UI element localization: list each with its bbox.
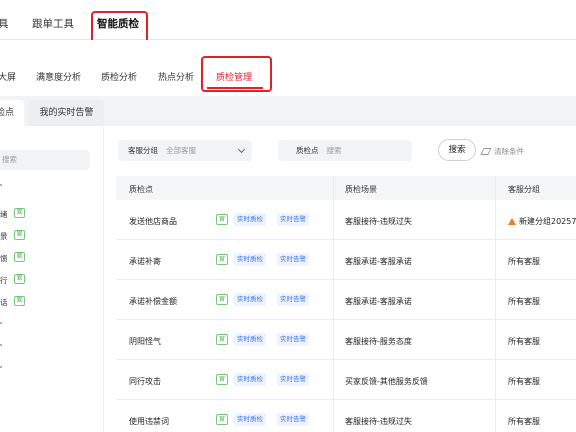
realtime-qa-tag: 实时质检 bbox=[234, 293, 266, 306]
official-tag: 官 bbox=[14, 208, 25, 218]
agent-group-label: 客服分组 bbox=[128, 146, 158, 155]
sub-nav-item-dashboard[interactable]: 大屏 bbox=[0, 70, 16, 83]
sidebar-item[interactable]: 景 bbox=[0, 231, 8, 242]
tab-label: 我的实时告警 bbox=[39, 108, 94, 118]
realtime-qa-tag: 实时质检 bbox=[234, 413, 266, 426]
qa-point-placeholder: 搜索 bbox=[326, 146, 342, 155]
agent-group: 所有客服 bbox=[508, 337, 540, 346]
top-nav-item-tools[interactable]: 具 bbox=[0, 16, 9, 31]
column-header-qa-scene: 质检场景 bbox=[345, 185, 377, 194]
sidebar-item[interactable]: 话 bbox=[0, 297, 8, 308]
sidebar-item[interactable]: 馈 bbox=[0, 253, 8, 264]
qa-scene: 客服接待-违规过失 bbox=[345, 417, 412, 426]
qa-scene: 客服接待-违规过失 bbox=[345, 217, 412, 226]
sub-nav-item-satisfaction[interactable]: 满意度分析 bbox=[36, 70, 81, 83]
qa-scene: 客服承诺-客服承诺 bbox=[345, 257, 412, 266]
official-tag: 官 bbox=[14, 230, 25, 240]
qa-point-name: 承诺补偿金额 bbox=[129, 297, 177, 306]
column-header-qa-point: 质检点 bbox=[129, 185, 153, 194]
qa-point-name: 发送他店商品 bbox=[129, 217, 177, 226]
tree-bullet bbox=[0, 366, 2, 368]
tab-my-realtime-alerts[interactable]: 我的实时告警 bbox=[29, 100, 104, 126]
agent-group: 新建分组202576 bbox=[508, 216, 576, 227]
chevron-down-icon bbox=[237, 145, 246, 154]
sidebar-search-placeholder: 搜索 bbox=[2, 155, 17, 164]
official-tag: 官 bbox=[216, 374, 228, 385]
realtime-alert-tag: 实时告警 bbox=[277, 213, 309, 226]
realtime-alert-tag: 实时告警 bbox=[277, 413, 309, 426]
official-tag: 官 bbox=[14, 296, 25, 306]
official-tag: 官 bbox=[216, 214, 228, 225]
official-tag: 官 bbox=[216, 414, 228, 425]
eraser-icon bbox=[480, 148, 492, 155]
realtime-qa-tag: 实时质检 bbox=[234, 253, 266, 266]
agent-group: 所有客服 bbox=[508, 257, 540, 266]
filter-bar: 客服分组 全部客服 质检点 搜索 搜索 清除条件 bbox=[104, 126, 576, 176]
agent-group: 所有客服 bbox=[508, 417, 540, 426]
tree-bullet bbox=[0, 322, 2, 324]
table-row[interactable]: 承诺补寄 官 实时质检 实时告警 客服承诺-客服承诺 所有客服 bbox=[116, 240, 576, 280]
tree-bullet bbox=[0, 184, 2, 186]
official-tag: 官 bbox=[216, 334, 228, 345]
top-nav: 具 跟单工具 智能质检 bbox=[0, 0, 576, 40]
qa-point-name: 承诺补寄 bbox=[129, 257, 161, 266]
qa-points-table: 质检点 质检场景 客服分组 发送他店商品 官 实时质检 实时告警 客服接待-违规… bbox=[116, 176, 576, 432]
tab-bar: 检点 我的实时告警 bbox=[0, 96, 576, 126]
clear-filters-label: 清除条件 bbox=[494, 147, 524, 156]
qa-point-name: 同行攻击 bbox=[129, 377, 161, 386]
tab-qa-points[interactable]: 检点 bbox=[0, 100, 24, 126]
column-header-agent-group: 客服分组 bbox=[508, 185, 540, 194]
realtime-alert-tag: 实时告警 bbox=[277, 253, 309, 266]
sidebar-item[interactable]: 行 bbox=[0, 275, 8, 286]
agent-group: 所有客服 bbox=[508, 297, 540, 306]
realtime-alert-tag: 实时告警 bbox=[277, 333, 309, 346]
realtime-alert-tag: 实时告警 bbox=[277, 293, 309, 306]
highlight-box-qa-management bbox=[201, 56, 272, 92]
table-row[interactable]: 发送他店商品 官 实时质检 实时告警 客服接待-违规过失 新建分组202576 bbox=[116, 200, 576, 240]
table-row[interactable]: 阴阳怪气 官 实时质检 实时告警 客服接待-服务态度 所有客服 bbox=[116, 320, 576, 360]
qa-scene: 客服接待-服务态度 bbox=[345, 337, 412, 346]
agent-group: 所有客服 bbox=[508, 377, 540, 386]
sidebar-item[interactable]: 绪 bbox=[0, 209, 8, 220]
qa-point-name: 阴阳怪气 bbox=[129, 337, 161, 346]
sub-nav: 大屏 满意度分析 质检分析 热点分析 质检管理 bbox=[0, 40, 576, 96]
top-nav-item-followup-tools[interactable]: 跟单工具 bbox=[32, 16, 74, 31]
warning-icon bbox=[508, 218, 516, 225]
sidebar: 搜索 绪 官 景 官 馈 官 行 官 话 官 bbox=[0, 126, 104, 432]
realtime-alert-tag: 实时告警 bbox=[277, 373, 309, 386]
qa-scene: 客服承诺-客服承诺 bbox=[345, 297, 412, 306]
agent-group-text: 新建分组202576 bbox=[519, 217, 576, 226]
official-tag: 官 bbox=[14, 274, 25, 284]
table-row[interactable]: 使用违禁词 官 实时质检 实时告警 客服接待-违规过失 所有客服 bbox=[116, 400, 576, 432]
qa-scene: 买家反馈-其他服务反馈 bbox=[345, 377, 428, 386]
sub-nav-item-hotspot[interactable]: 热点分析 bbox=[158, 70, 194, 83]
agent-group-value: 全部客服 bbox=[166, 146, 196, 155]
agent-group-select[interactable]: 客服分组 全部客服 bbox=[118, 140, 252, 161]
tab-label: 检点 bbox=[0, 108, 15, 118]
qa-point-label: 质检点 bbox=[296, 146, 319, 155]
table-row[interactable]: 同行攻击 官 实时质检 实时告警 买家反馈-其他服务反馈 所有客服 bbox=[116, 360, 576, 400]
search-button[interactable]: 搜索 bbox=[438, 139, 476, 161]
realtime-qa-tag: 实时质检 bbox=[234, 373, 266, 386]
sidebar-search-input[interactable]: 搜索 bbox=[0, 150, 90, 170]
clear-filters-button[interactable]: 清除条件 bbox=[480, 146, 524, 157]
official-tag: 官 bbox=[14, 252, 25, 262]
table-row[interactable]: 承诺补偿金额 官 实时质检 实时告警 客服承诺-客服承诺 所有客服 bbox=[116, 280, 576, 320]
realtime-qa-tag: 实时质检 bbox=[234, 333, 266, 346]
official-tag: 官 bbox=[216, 254, 228, 265]
qa-point-name: 使用违禁词 bbox=[129, 417, 169, 426]
table-header: 质检点 质检场景 客服分组 bbox=[116, 176, 576, 200]
realtime-qa-tag: 实时质检 bbox=[234, 213, 266, 226]
tree-bullet bbox=[0, 344, 2, 346]
qa-point-search-input[interactable]: 质检点 搜索 bbox=[278, 140, 412, 161]
official-tag: 官 bbox=[216, 294, 228, 305]
sub-nav-item-qa-analysis[interactable]: 质检分析 bbox=[101, 70, 137, 83]
